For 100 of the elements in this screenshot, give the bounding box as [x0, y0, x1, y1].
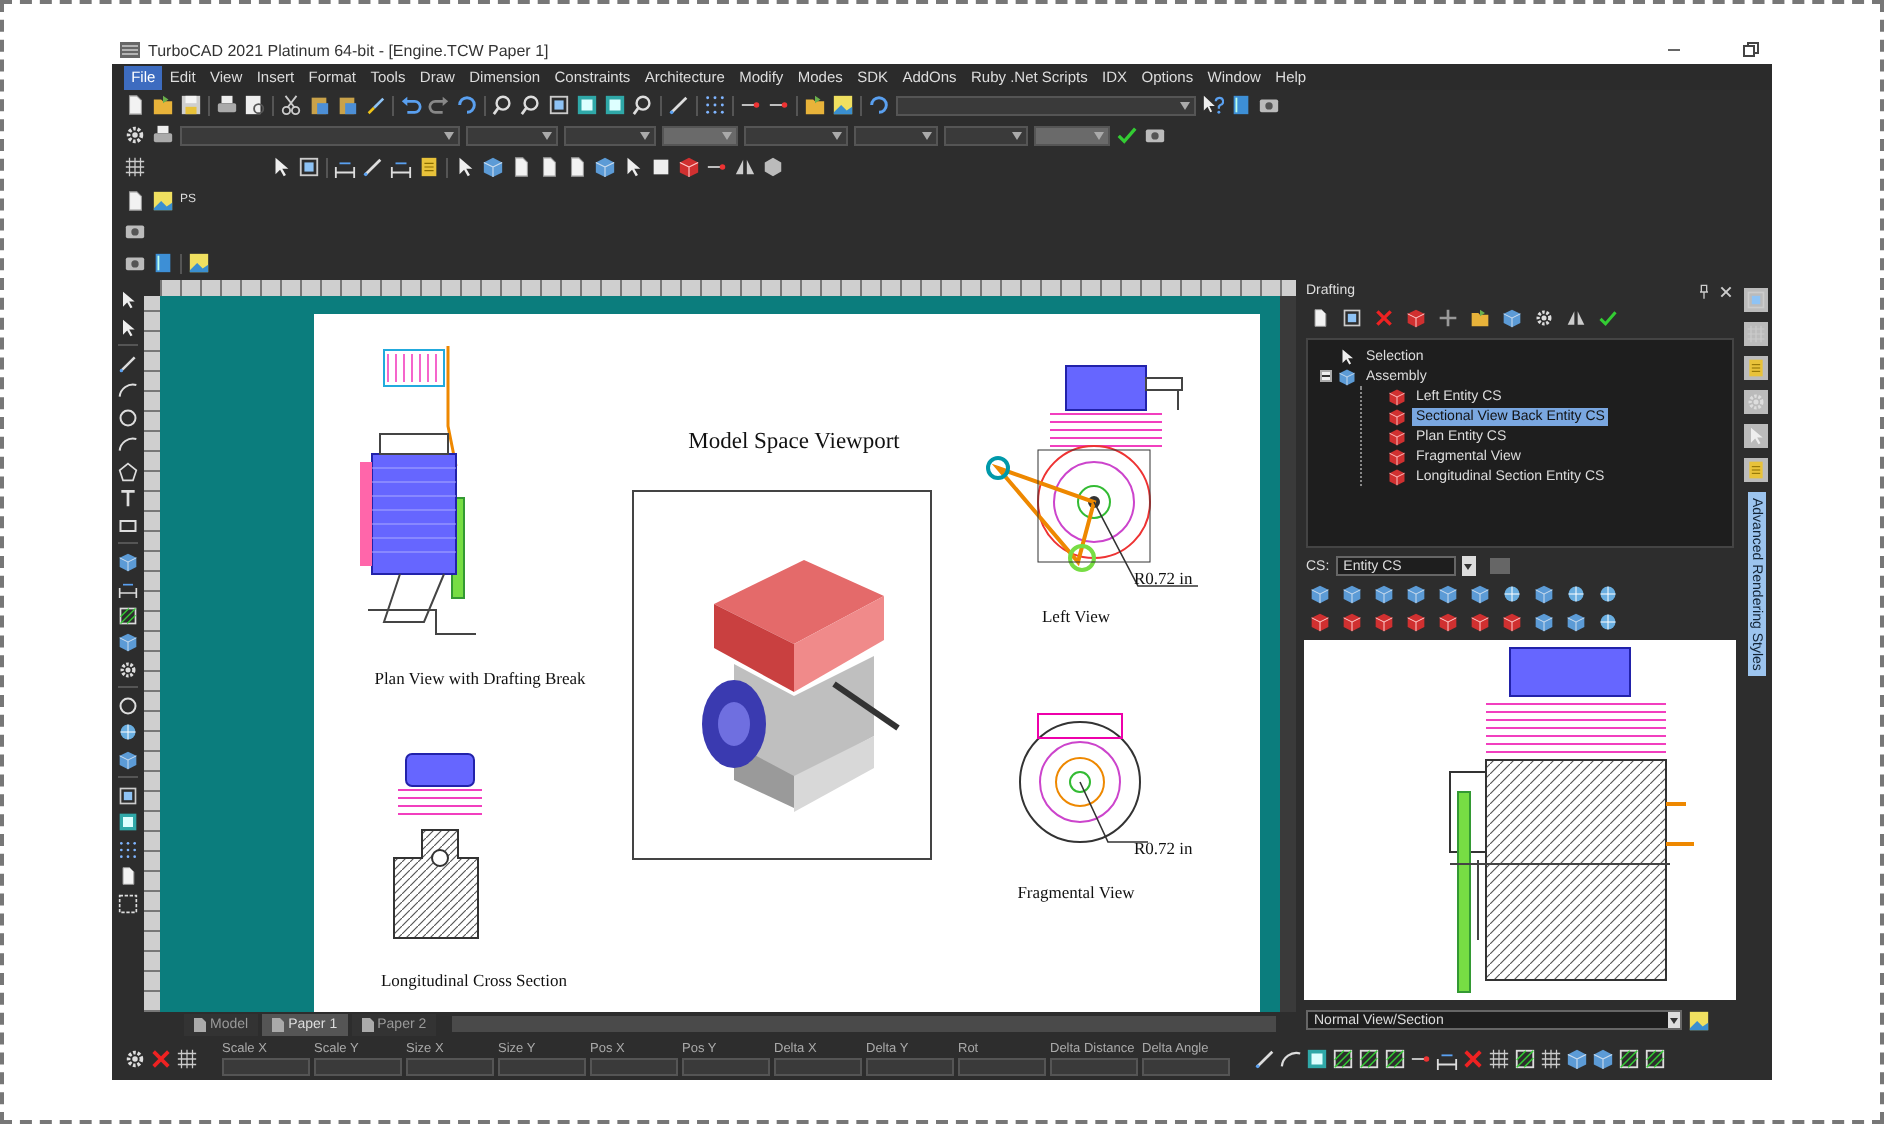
book-icon[interactable] [152, 252, 174, 274]
cube-icon[interactable] [1534, 612, 1554, 632]
settings-icon[interactable] [118, 659, 138, 679]
input-field[interactable] [866, 1057, 954, 1075]
hatch-icon[interactable] [1514, 1047, 1536, 1069]
checkmark-icon[interactable] [1116, 124, 1138, 146]
dropdown-field[interactable] [896, 95, 1196, 115]
input-field[interactable] [682, 1057, 770, 1075]
dropdown-field[interactable] [744, 125, 848, 145]
caret-icon[interactable] [1668, 1012, 1680, 1028]
mirror-icon[interactable] [734, 156, 756, 178]
camera-icon[interactable] [1258, 94, 1280, 116]
grid-icon[interactable] [1540, 1047, 1562, 1069]
document-icon[interactable] [118, 866, 138, 886]
block-icon[interactable] [678, 156, 700, 178]
block-icon[interactable] [1502, 612, 1522, 632]
document-icon[interactable] [124, 189, 146, 211]
line-icon[interactable] [1254, 1047, 1276, 1069]
block-icon[interactable] [1388, 407, 1406, 425]
circle-icon[interactable] [118, 695, 138, 715]
block-icon[interactable] [1374, 612, 1394, 632]
pin-icon[interactable] [1696, 283, 1712, 299]
frame-icon[interactable] [1342, 308, 1362, 328]
pointer-icon[interactable] [454, 156, 476, 178]
clipboard-icon[interactable] [308, 94, 330, 116]
printer-icon[interactable] [216, 94, 238, 116]
viewport-icon[interactable] [1306, 1047, 1328, 1069]
polygon-icon[interactable] [118, 461, 138, 481]
dimension-icon[interactable] [334, 156, 356, 178]
dropdown-field[interactable] [944, 125, 1028, 145]
document-icon[interactable] [538, 156, 560, 178]
picture-icon[interactable] [832, 94, 854, 116]
sphere-icon[interactable] [118, 722, 138, 742]
picture-icon[interactable] [188, 252, 210, 274]
pointer-icon[interactable] [1338, 347, 1356, 365]
document-icon[interactable] [1310, 308, 1330, 328]
clipboard-icon[interactable] [336, 94, 358, 116]
selection-icon[interactable] [118, 893, 138, 913]
rectangle-icon[interactable] [118, 515, 138, 535]
text-icon[interactable] [118, 488, 138, 508]
note-icon[interactable] [418, 156, 440, 178]
input-field[interactable] [1142, 1057, 1230, 1075]
cube-icon[interactable] [1342, 584, 1362, 604]
cube-icon[interactable] [1470, 584, 1490, 604]
sphere-icon[interactable] [1598, 612, 1618, 632]
block-icon[interactable] [1470, 612, 1490, 632]
brush-icon[interactable] [364, 94, 386, 116]
mirror-icon[interactable] [1566, 308, 1586, 328]
caret-icon[interactable] [1461, 556, 1476, 576]
viewport-icon[interactable] [576, 94, 598, 116]
magnifier-icon[interactable] [492, 94, 514, 116]
scrollbar[interactable] [1280, 296, 1296, 1012]
cube-icon[interactable] [1338, 367, 1356, 385]
cube-icon[interactable] [594, 156, 616, 178]
checkmark-icon[interactable] [1598, 308, 1618, 328]
redo-icon[interactable] [428, 94, 450, 116]
arc-icon[interactable] [118, 380, 138, 400]
cube-icon[interactable] [1406, 584, 1426, 604]
dimension-icon[interactable] [390, 156, 412, 178]
cube-icon[interactable] [1310, 584, 1330, 604]
document-icon[interactable] [510, 156, 532, 178]
frame-icon[interactable] [118, 785, 138, 805]
expander-icon[interactable] [1320, 370, 1332, 382]
input-field[interactable] [314, 1057, 402, 1075]
hatch-icon[interactable] [1358, 1047, 1380, 1069]
grid-icon[interactable] [176, 1047, 198, 1069]
hatch-icon[interactable] [1618, 1047, 1640, 1069]
input-field[interactable] [222, 1057, 310, 1075]
magnifier-icon[interactable] [520, 94, 542, 116]
sphere-icon[interactable] [1502, 584, 1522, 604]
cube-icon[interactable] [1374, 584, 1394, 604]
camera-icon[interactable] [124, 220, 146, 242]
block-icon[interactable] [1406, 612, 1426, 632]
folder-icon[interactable] [1470, 308, 1490, 328]
cube-icon[interactable] [1438, 584, 1458, 604]
dotted-grid-icon[interactable] [704, 94, 726, 116]
block-icon[interactable] [1388, 447, 1406, 465]
arc-icon[interactable] [1280, 1047, 1302, 1069]
block-icon[interactable] [1406, 308, 1426, 328]
hatch-icon[interactable] [1384, 1047, 1406, 1069]
input-field[interactable] [406, 1057, 494, 1075]
delete-icon[interactable] [1374, 308, 1394, 328]
printer-icon[interactable] [152, 124, 174, 146]
cube-icon[interactable] [1502, 308, 1522, 328]
refresh-icon[interactable] [868, 94, 890, 116]
camera-icon[interactable] [124, 252, 146, 274]
block-icon[interactable] [1342, 612, 1362, 632]
dropdown-field[interactable] [180, 125, 460, 145]
frame-icon[interactable] [298, 156, 320, 178]
scrollbar[interactable] [452, 1016, 1276, 1032]
document-icon[interactable] [124, 94, 146, 116]
camera-icon[interactable] [1144, 124, 1166, 146]
grid-icon[interactable] [1488, 1047, 1510, 1069]
undo-icon[interactable] [400, 94, 422, 116]
picture-icon[interactable] [152, 189, 174, 211]
settings-icon[interactable] [124, 124, 146, 146]
close-icon[interactable] [1718, 283, 1734, 299]
document-icon[interactable] [566, 156, 588, 178]
circle-icon[interactable] [118, 407, 138, 427]
cube-icon[interactable] [1566, 612, 1586, 632]
